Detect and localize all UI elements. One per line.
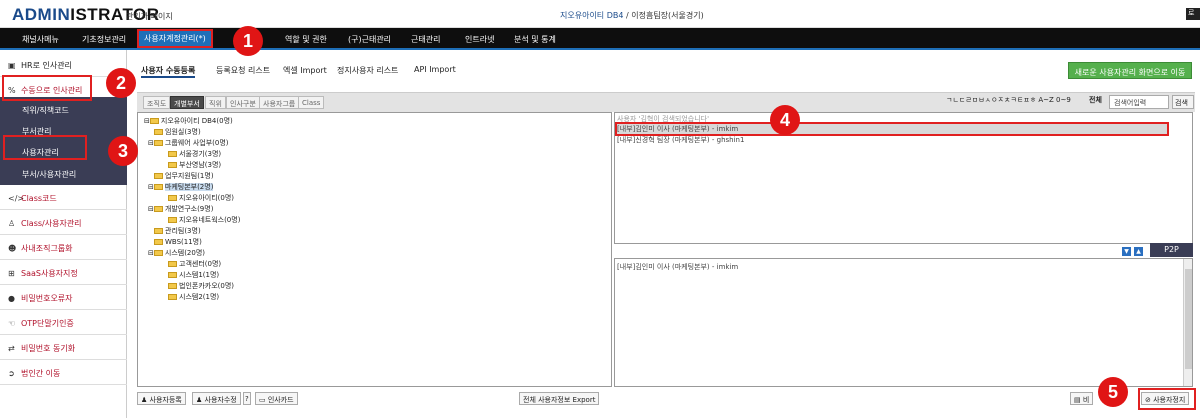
help-icon[interactable]: ? — [243, 392, 251, 405]
subtab-dept[interactable]: 개별부서 — [170, 96, 204, 109]
tree-node[interactable]: 관리팀(3명) — [154, 226, 201, 236]
nav-item[interactable]: 인트라넷 — [465, 34, 494, 45]
tree-node[interactable]: 임원실(3명) — [154, 127, 201, 137]
tree-node[interactable]: ⊟ 개발연구소(9명) — [148, 204, 213, 214]
tree-node[interactable]: ⊟ 시스템(20명) — [148, 248, 205, 258]
step-badge: 3 — [108, 136, 138, 166]
sidebar-item[interactable]: ☻ 사내조직그룹화 — [0, 235, 127, 260]
tree-node[interactable]: WBS(11명) — [154, 237, 202, 247]
org-tree[interactable]: ⊟ 지오유아이티 DB4(0명) 임원실(3명) ⊟ 그룹웨어 사업부(0명) 서울… — [137, 112, 612, 387]
search-input[interactable]: 검색어입력 — [1109, 95, 1169, 109]
subtab[interactable]: 직위 — [205, 96, 226, 109]
nav-item[interactable]: 역할 및 권한 — [285, 34, 327, 45]
tab-manual-register[interactable]: 사용자 수동등록 — [141, 65, 196, 78]
selected-user[interactable]: [내부]김인미 이사 (마케팅본부) - imkim — [617, 262, 738, 272]
tree-node[interactable]: 고객센터(0명) — [168, 259, 221, 269]
code-icon: </> — [8, 194, 25, 203]
tree-node[interactable]: ⊟ 그룹웨어 사업부(0명) — [148, 138, 229, 148]
subtab[interactable]: Class — [298, 96, 325, 109]
search-hint: 사용자 '김혁이 검색되었습니다' — [617, 115, 710, 123]
submenu-item[interactable]: 직위/직책코드 — [22, 105, 69, 116]
highlight-box — [3, 135, 87, 160]
nav-item[interactable]: 분석 및 통계 — [514, 34, 556, 45]
tab[interactable]: API Import — [414, 65, 456, 74]
step-badge: 5 — [1098, 377, 1128, 407]
tab[interactable]: 엑셀 Import — [283, 65, 327, 76]
subtab[interactable]: 사용자그룹 — [259, 96, 300, 109]
nav-item[interactable]: 채널사메뉴 — [22, 34, 59, 45]
step-badge: 4 — [770, 105, 800, 135]
tree-node[interactable]: 업무지원팀(1명) — [154, 171, 214, 181]
card-icon: ▭ — [259, 396, 268, 404]
nav-item[interactable]: (구)근태관리 — [348, 34, 391, 45]
logout-button[interactable]: 로그 — [1186, 8, 1200, 27]
submenu-item[interactable]: 부서/사용자관리 — [22, 169, 76, 180]
sync-icon: ⇄ — [8, 344, 15, 353]
user-icon: ♟ — [196, 396, 205, 404]
initial-filter[interactable]: ㄱㄴㄷㄹㅁㅂㅅㅇㅈㅊㅋㅌㅍㅎ A~Z 0~9 — [946, 95, 1071, 105]
export-button[interactable]: 전체 사용자정보 Export — [519, 392, 600, 405]
scrollbar[interactable] — [1183, 259, 1192, 386]
tree-node[interactable]: 부산영남(3명) — [168, 160, 221, 170]
tab[interactable]: 등록요청 리스트 — [216, 65, 270, 76]
subtab[interactable]: 조직도 — [143, 96, 171, 109]
sidebar-item[interactable]: </>Class코드 — [0, 185, 127, 210]
highlight-box — [2, 75, 92, 101]
sidebar-item[interactable]: ⊞ SaaS사용자지정 — [0, 260, 127, 285]
sidebar-item[interactable]: ☜ OTP단말기인증 — [0, 310, 127, 335]
partial-button[interactable]: ▤ 비 — [1070, 392, 1094, 405]
sitemap-icon: ⊞ — [8, 269, 15, 278]
tree-node[interactable]: 지오유아이티(0명) — [168, 193, 234, 203]
tree-node[interactable]: 법인폰카카오(0명) — [168, 281, 234, 291]
hr-card-button[interactable]: ▭ 인사카드 — [255, 392, 298, 405]
user-icon: ♙ — [8, 219, 16, 228]
tree-node[interactable]: 서울경기(3명) — [168, 149, 221, 159]
user-icon: ♟ — [141, 396, 150, 404]
user-list[interactable]: 사용자 '김혁이 검색되었습니다' [내부]김인미 이사 (마케팅본부) - i… — [614, 112, 1193, 244]
user-row[interactable]: [내부]신경혁 팀장 (마케팅본부) - ghshin1 — [617, 135, 744, 145]
p2p-button[interactable]: P2P — [1150, 243, 1193, 257]
step-badge: 2 — [106, 68, 136, 98]
sidebar-item[interactable]: ➲ 법인간 이동 — [0, 360, 127, 385]
move-down-icon[interactable]: ▼ — [1122, 247, 1131, 256]
edit-user-button[interactable]: ♟ 사용자수정 — [192, 392, 241, 405]
selected-user-panel: [내부]김인미 이사 (마케팅본부) - imkim — [614, 258, 1193, 387]
save-icon: ▣ — [8, 61, 16, 70]
subtab[interactable]: 인사구분 — [226, 96, 260, 109]
top-nav: 채널사메뉴 기초정보관리 사용자계정관리(*) 역할 및 권한 (구)근태관리 … — [0, 28, 1200, 50]
tree-node[interactable]: 지오유네트웍스(0명) — [168, 215, 240, 225]
tree-node[interactable]: ⊟ 지오유아이티 DB4(0명) — [144, 116, 233, 126]
sidebar-item[interactable]: ⇄ 비밀번호 동기화 — [0, 335, 127, 360]
tree-node[interactable]: 시스템2(1명) — [168, 292, 219, 302]
nav-item[interactable]: 근태관리 — [411, 34, 440, 45]
user-row-selected[interactable]: [내부]김인미 이사 (마케팅본부) - imkim — [615, 122, 1169, 136]
new-ui-button[interactable]: 새로운 사용자관리 화면으로 이동 — [1068, 62, 1192, 79]
hand-icon: ☜ — [8, 319, 16, 328]
lock-icon: ● — [8, 294, 15, 303]
sidebar-item[interactable]: ● 비밀번호오류자 — [0, 285, 127, 310]
add-user-button[interactable]: ♟ 사용자등록 — [137, 392, 186, 405]
highlight-box — [1138, 388, 1196, 410]
sidebar: ▣ HR로 인사관리 % 수동으로 인사관리 직위/직책코드 부서관리 사용자관리 … — [0, 50, 127, 418]
step-badge: 1 — [233, 26, 263, 56]
doc-icon: ▤ — [1074, 396, 1083, 404]
search-button[interactable]: 검색 — [1172, 95, 1194, 109]
company-info: 지오유아이티 DB4 / 이정흠팀장(서울경기) — [560, 11, 704, 20]
nav-item[interactable]: 기초정보관리 — [82, 34, 126, 45]
tree-node-selected[interactable]: ⊟ 마케팅본부(2명) — [148, 182, 214, 192]
sidebar-item[interactable]: ♙ Class/사용자관리 — [0, 210, 127, 235]
tree-node[interactable]: 시스템1(1명) — [168, 270, 219, 280]
move-up-icon[interactable]: ▲ — [1134, 247, 1143, 256]
subtitle: 관리자 페이지 — [126, 12, 173, 21]
nav-item-user-account[interactable]: 사용자계정관리(*) — [137, 29, 213, 48]
tab[interactable]: 정지사용자 리스트 — [337, 65, 398, 76]
group-icon: ☻ — [8, 244, 17, 253]
all-filter[interactable]: 전체 — [1089, 95, 1102, 105]
header: ADMINISTRATOR 관리자 페이지 지오유아이티 DB4 / 이정흠팀장… — [0, 0, 1200, 28]
move-icon: ➲ — [8, 369, 15, 378]
